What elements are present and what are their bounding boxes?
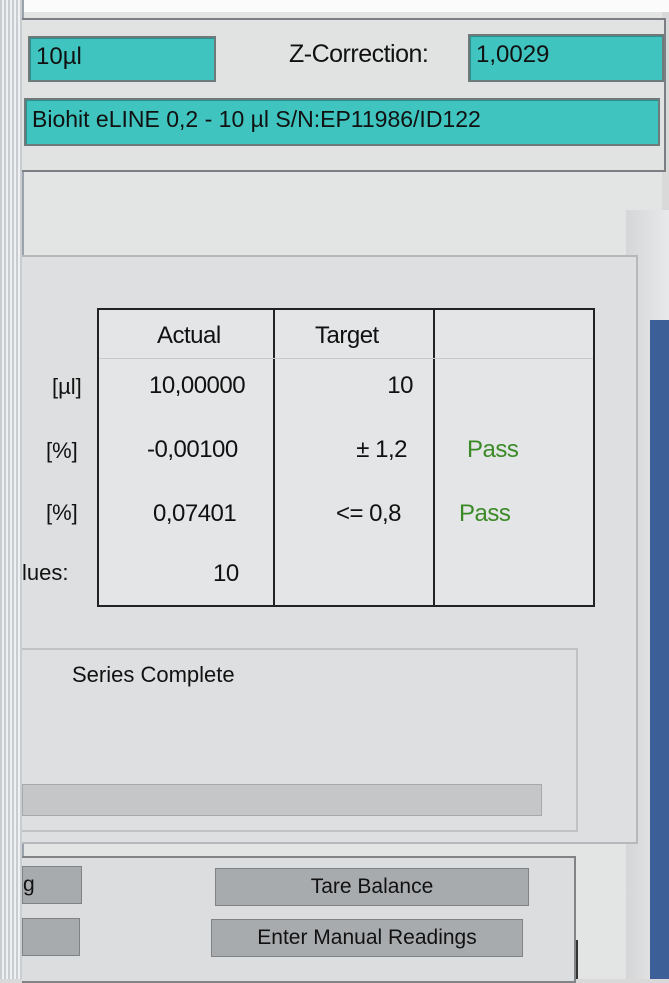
result-pass: Pass (467, 436, 519, 463)
results-table: Actual Target 10,00000 10 -0,00100 ± 1,2… (97, 308, 595, 607)
result-pass: Pass (459, 500, 511, 527)
actual-cell: 10,00000 (149, 372, 246, 399)
actual-cell: 10 (213, 560, 239, 587)
screen-bezel (0, 0, 24, 979)
z-correction-label: Z-Correction: (289, 40, 429, 68)
row-label: [%] (46, 438, 78, 463)
pipette-description-field[interactable]: Biohit eLINE 0,2 - 10 µl S/N:EP11986/ID1… (24, 98, 660, 146)
z-correction-field[interactable]: 1,0029 (468, 34, 664, 82)
target-cell: ± 1,2 (356, 436, 407, 463)
progress-bar (22, 784, 542, 816)
column-header-target: Target (315, 322, 379, 349)
row-label: lues: (22, 560, 69, 585)
status-message: Series Complete (72, 662, 235, 687)
left-button[interactable]: g (22, 866, 82, 904)
left-button[interactable] (22, 918, 80, 956)
row-label: [%] (46, 500, 78, 525)
photo-edge (0, 0, 669, 12)
target-cell: 10 (387, 372, 413, 399)
actual-cell: 0,07401 (153, 500, 237, 527)
actual-cell: -0,00100 (147, 436, 238, 463)
background-window-edge (650, 320, 669, 979)
tare-balance-button[interactable]: Tare Balance (215, 868, 529, 906)
target-cell: <= 0,8 (335, 500, 402, 527)
row-label: [µl] (52, 374, 82, 399)
volume-field[interactable]: 10µl (28, 36, 216, 82)
enter-manual-readings-button[interactable]: Enter Manual Readings (211, 919, 523, 957)
column-header-actual: Actual (157, 322, 221, 349)
